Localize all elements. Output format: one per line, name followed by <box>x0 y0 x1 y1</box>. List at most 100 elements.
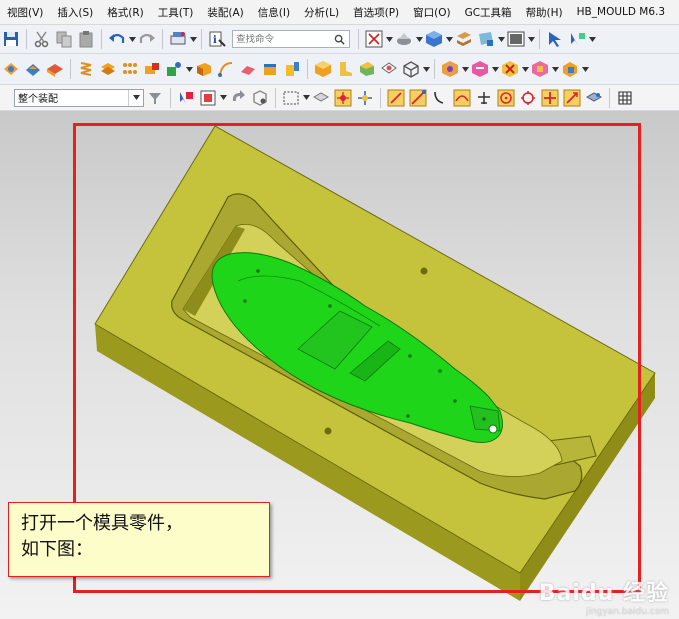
mould-tool-10-button[interactable] <box>216 59 236 79</box>
measure-button[interactable] <box>168 29 188 49</box>
mould-tool-12-button[interactable] <box>260 59 280 79</box>
mould-tool-20-button[interactable] <box>470 59 490 79</box>
mould-tool-11-button[interactable] <box>238 59 258 79</box>
mould-core-icon <box>47 64 63 77</box>
menu-info[interactable]: 信息(I) <box>251 5 297 20</box>
mould-tool-17-button[interactable] <box>379 59 399 79</box>
menu-window[interactable]: 窗口(O) <box>406 5 457 20</box>
menu-tools[interactable]: 工具(T) <box>151 5 201 20</box>
pan-button[interactable] <box>250 88 270 108</box>
copy-button[interactable] <box>54 29 74 49</box>
mould-tool-18-button[interactable] <box>401 59 421 79</box>
mould-tool-19-button[interactable] <box>440 59 460 79</box>
measure-icon <box>170 32 186 45</box>
mould-tool-9-button[interactable] <box>194 59 214 79</box>
electrode-dropdown[interactable] <box>461 59 469 79</box>
standard-toolbar: i <box>0 25 679 54</box>
mould-tool-14-button[interactable] <box>313 59 333 79</box>
selection-dropdown[interactable] <box>588 29 596 49</box>
paste-button[interactable] <box>76 29 96 49</box>
endpoint-snap-button[interactable] <box>408 88 428 108</box>
display-dropdown[interactable] <box>497 29 505 49</box>
intersection-snap-button[interactable] <box>540 88 560 108</box>
graphics-viewport[interactable]: 打开一个模具零件， 如下图： Baidu 经验 jingyan.baidu.co… <box>0 111 679 619</box>
mould-tool-21-button[interactable] <box>500 59 520 79</box>
cut-button[interactable] <box>32 29 52 49</box>
orient-dropdown[interactable] <box>445 29 453 49</box>
color-filter-button[interactable] <box>198 88 218 108</box>
face-snap-button[interactable] <box>584 88 604 108</box>
menu-help[interactable]: 帮助(H) <box>519 5 570 20</box>
menu-view[interactable]: 视图(V) <box>0 5 50 20</box>
orient-view-button[interactable] <box>424 29 444 49</box>
color-dropdown[interactable] <box>527 29 535 49</box>
toolbar-separator <box>434 59 435 79</box>
assembly-scope-select[interactable]: 整个装配 <box>14 88 144 107</box>
quadrant-snap-icon <box>521 90 535 105</box>
mould-tool-5-button[interactable] <box>98 59 118 79</box>
mould-tool-2-button[interactable] <box>23 59 43 79</box>
menu-insert[interactable]: 插入(S) <box>50 5 100 20</box>
box-select-button[interactable] <box>281 88 301 108</box>
menu-assembly[interactable]: 装配(A) <box>200 5 250 20</box>
center-snap-button[interactable] <box>496 88 516 108</box>
midpoint-snap-button[interactable] <box>355 88 375 108</box>
grid-snap-button[interactable] <box>615 88 635 108</box>
tangent-snap-button[interactable] <box>452 88 472 108</box>
line-snap-button[interactable] <box>386 88 406 108</box>
quadrant-snap-button[interactable] <box>518 88 538 108</box>
assembly-dropdown[interactable] <box>581 59 589 79</box>
display-button[interactable] <box>476 29 496 49</box>
select-filter-button[interactable] <box>545 29 565 49</box>
existing-point-snap-button[interactable] <box>562 88 582 108</box>
rotate-button[interactable] <box>228 88 248 108</box>
menu-analysis[interactable]: 分析(L) <box>297 5 346 20</box>
redo-button[interactable] <box>137 29 157 49</box>
wire-dropdown[interactable] <box>422 59 430 79</box>
filter-button[interactable] <box>145 88 165 108</box>
part-select-button[interactable] <box>311 88 331 108</box>
mould-tool-4-button[interactable] <box>76 59 96 79</box>
search-icon[interactable] <box>334 34 345 45</box>
curve-snap-button[interactable] <box>430 88 450 108</box>
delete-dropdown[interactable] <box>521 59 529 79</box>
color-button[interactable] <box>506 29 526 49</box>
insert-dropdown[interactable] <box>185 59 193 79</box>
menu-format[interactable]: 格式(R) <box>100 5 151 20</box>
menu-preferences[interactable]: 首选项(P) <box>346 5 406 20</box>
selection-mode-button[interactable] <box>567 29 587 49</box>
undo-button[interactable] <box>107 29 127 49</box>
box-select-dropdown[interactable] <box>302 88 310 108</box>
mould-tool-1-button[interactable] <box>1 59 21 79</box>
command-search[interactable] <box>232 30 350 48</box>
cooling-dropdown[interactable] <box>491 59 499 79</box>
menu-hb-mould[interactable]: HB_MOULD M6.3 <box>570 6 672 18</box>
color-filter-dropdown[interactable] <box>219 88 227 108</box>
mould-tool-6-button[interactable] <box>120 59 140 79</box>
mould-tool-23-button[interactable] <box>560 59 580 79</box>
layer-button[interactable] <box>454 29 474 49</box>
point-snap-button[interactable] <box>333 88 353 108</box>
chevron-down-icon[interactable] <box>128 89 143 106</box>
mould-tool-8-button[interactable] <box>164 59 184 79</box>
mould-tool-3-button[interactable] <box>45 59 65 79</box>
mould-tool-22-button[interactable] <box>530 59 550 79</box>
fit-view-button[interactable] <box>364 29 384 49</box>
mould-tool-16-button[interactable] <box>357 59 377 79</box>
snap-button[interactable] <box>176 88 196 108</box>
part-list-dropdown[interactable] <box>551 59 559 79</box>
perpendicular-snap-button[interactable] <box>474 88 494 108</box>
render-dropdown[interactable] <box>415 29 423 49</box>
menu-gc-toolbox[interactable]: GC工具箱 <box>458 5 519 20</box>
mould-tool-15-button[interactable] <box>335 59 355 79</box>
measure-dropdown[interactable] <box>189 29 197 49</box>
info-button[interactable]: i <box>207 29 227 49</box>
mould-tool-7-button[interactable] <box>142 59 162 79</box>
command-search-input[interactable] <box>236 33 334 45</box>
chevron-down-icon <box>415 36 423 42</box>
view-dropdown[interactable] <box>385 29 393 49</box>
undo-dropdown[interactable] <box>128 29 136 49</box>
mould-tool-13-button[interactable] <box>282 59 302 79</box>
shaded-mode-button[interactable] <box>394 29 414 49</box>
save-button[interactable] <box>1 29 21 49</box>
